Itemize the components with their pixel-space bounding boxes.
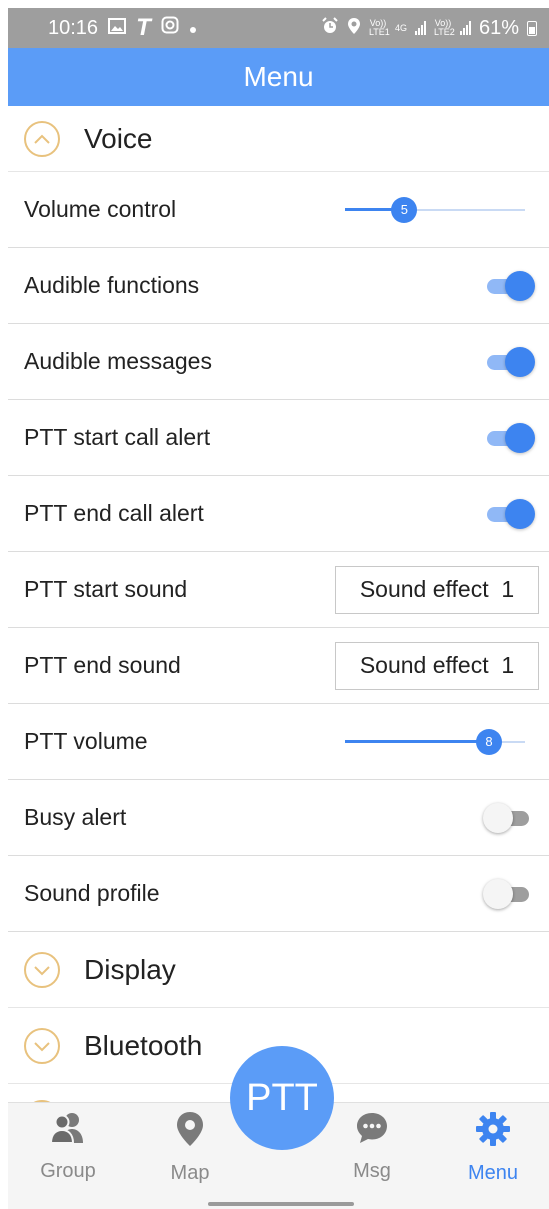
chevron-down-icon <box>24 951 60 988</box>
status-bar: 10:16 T Vo)) LTE1 4G Vo)) LTE2 61% <box>8 8 549 48</box>
ptt-volume-label: PTT volume <box>24 728 148 754</box>
slider-thumb[interactable]: 8 <box>476 728 502 755</box>
row-ptt-end-sound: PTT end sound Sound effect 1 <box>8 628 549 704</box>
home-indicator[interactable] <box>208 1202 354 1206</box>
row-audible-functions: Audible functions <box>8 248 549 324</box>
toggle-knob <box>483 802 513 833</box>
gear-icon <box>475 1111 511 1152</box>
toggle-knob <box>505 498 535 529</box>
ptt-start-call-alert-toggle[interactable] <box>485 422 535 453</box>
signal-1-icon <box>414 21 426 35</box>
dot-icon <box>189 17 197 40</box>
section-title-display: Display <box>84 953 176 985</box>
gallery-icon <box>108 17 127 40</box>
volume-control-slider[interactable]: 5 <box>345 195 525 225</box>
t-icon: T <box>136 14 151 41</box>
ptt-button[interactable]: PTT <box>230 1046 334 1150</box>
volume-control-label: Volume control <box>24 196 177 222</box>
home-indicator-area <box>8 1194 549 1209</box>
instagram-icon <box>161 16 179 40</box>
busy-alert-label: Busy alert <box>24 804 127 830</box>
nav-group[interactable]: Group <box>28 1111 108 1183</box>
volte2-label: Vo)) LTE2 <box>433 18 455 37</box>
location-icon <box>347 17 361 40</box>
sound-profile-toggle[interactable] <box>483 878 531 909</box>
ptt-end-call-alert-label: PTT end call alert <box>24 500 204 526</box>
toggle-knob <box>505 422 535 453</box>
status-left: 10:16 T <box>48 14 197 42</box>
nav-map[interactable]: Map <box>150 1111 230 1185</box>
chevron-down-icon <box>24 1027 60 1064</box>
battery-icon <box>527 20 537 36</box>
sound-profile-label: Sound profile <box>24 880 160 906</box>
status-right: Vo)) LTE1 4G Vo)) LTE2 61% <box>321 17 537 40</box>
row-ptt-start-sound: PTT start sound Sound effect 1 <box>8 552 549 628</box>
row-volume-control: Volume control 5 <box>8 172 549 248</box>
nav-map-label: Map <box>170 1162 210 1184</box>
network-label: 4G <box>394 22 407 33</box>
alarm-icon <box>321 16 339 40</box>
toggle-knob <box>505 346 535 377</box>
app-bar-title: Menu <box>243 61 314 92</box>
ptt-volume-slider[interactable]: 8 <box>345 727 525 757</box>
audible-functions-label: Audible functions <box>24 272 200 298</box>
app-bar: Menu <box>8 48 549 106</box>
ptt-end-sound-label: PTT end sound <box>24 652 181 678</box>
nav-msg[interactable]: Msg <box>332 1111 412 1183</box>
row-sound-profile: Sound profile <box>8 856 549 932</box>
message-icon <box>355 1111 389 1150</box>
section-title-voice: Voice <box>84 122 153 154</box>
chevron-up-icon <box>24 120 60 157</box>
signal-2-icon <box>459 21 471 35</box>
battery-percent: 61% <box>478 16 519 39</box>
nav-msg-label: Msg <box>353 1160 391 1182</box>
group-icon <box>49 1111 86 1150</box>
nav-menu-label: Menu <box>467 1162 519 1184</box>
row-busy-alert: Busy alert <box>8 780 549 856</box>
audible-messages-toggle[interactable] <box>485 346 535 377</box>
row-ptt-end-call-alert: PTT end call alert <box>8 476 549 552</box>
section-title-bluetooth: Bluetooth <box>84 1029 203 1061</box>
toggle-knob <box>505 270 535 301</box>
toggle-knob <box>483 878 513 909</box>
ptt-start-sound-select[interactable]: Sound effect 1 <box>335 565 539 614</box>
nav-menu[interactable]: Menu <box>453 1111 533 1185</box>
audible-messages-label: Audible messages <box>24 348 212 374</box>
volte1-label: Vo)) LTE1 <box>368 18 390 37</box>
screen: 10:16 T Vo)) LTE1 4G Vo)) LTE2 61% Menu … <box>0 0 549 1209</box>
settings-list[interactable]: Voice Volume control 5 Audible functions… <box>8 106 549 1102</box>
slider-fill <box>345 739 489 743</box>
nav-group-label: Group <box>40 1160 96 1182</box>
row-ptt-volume: PTT volume 8 <box>8 704 549 780</box>
ptt-start-sound-label: PTT start sound <box>24 576 188 602</box>
row-ptt-start-call-alert: PTT start call alert <box>8 400 549 476</box>
row-audible-messages: Audible messages <box>8 324 549 400</box>
ptt-end-sound-select[interactable]: Sound effect 1 <box>335 641 539 690</box>
status-time: 10:16 <box>48 16 99 39</box>
section-display[interactable]: Display <box>8 932 549 1008</box>
ptt-start-call-alert-label: PTT start call alert <box>24 424 211 450</box>
audible-functions-toggle[interactable] <box>485 270 535 301</box>
map-pin-icon <box>175 1111 205 1152</box>
section-voice[interactable]: Voice <box>8 106 549 172</box>
slider-thumb[interactable]: 5 <box>391 196 418 223</box>
ptt-end-call-alert-toggle[interactable] <box>485 498 535 529</box>
busy-alert-toggle[interactable] <box>483 802 531 833</box>
